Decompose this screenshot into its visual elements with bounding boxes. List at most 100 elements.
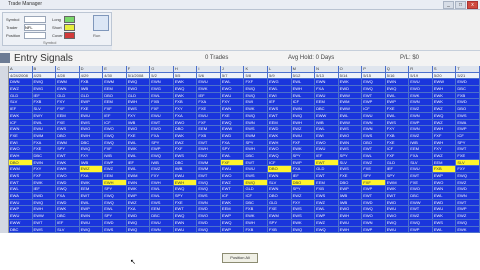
date-cell[interactable]: 5/12 (291, 72, 316, 80)
signal-cell[interactable]: FXE (409, 179, 433, 187)
signal-cell[interactable]: EWS (385, 119, 410, 127)
signal-cell[interactable]: FXF (197, 119, 221, 127)
position-button[interactable]: Position Ali (222, 253, 258, 263)
signal-cell[interactable]: IWB (315, 119, 339, 127)
signal-cell[interactable]: EWY (32, 112, 57, 120)
signal-cell[interactable]: FXF (432, 132, 457, 140)
signal-cell[interactable]: EWH (32, 206, 57, 214)
signal-cell[interactable]: EWL (385, 112, 410, 120)
signal-cell[interactable]: FXF (32, 173, 57, 180)
row-header[interactable] (0, 139, 9, 147)
signal-cell[interactable]: EWS (126, 106, 151, 113)
signal-cell[interactable]: EWL (315, 126, 339, 133)
signal-cell[interactable]: FXF (385, 152, 410, 160)
signal-cell[interactable]: EEM (220, 206, 245, 214)
signal-cell[interactable]: EEM (103, 86, 127, 93)
row-header[interactable] (0, 166, 9, 173)
signal-cell[interactable]: IWB (150, 159, 174, 167)
signal-cell[interactable]: EWT (220, 186, 245, 194)
signal-cell[interactable]: EWO (9, 146, 33, 153)
signal-cell[interactable]: EWQ (385, 219, 410, 227)
signal-cell[interactable]: EWD (220, 132, 245, 140)
signal-cell[interactable]: EWN (268, 173, 292, 180)
signal-cell[interactable]: SPY (244, 139, 269, 147)
signal-cell[interactable]: IEF (291, 173, 316, 180)
signal-cell[interactable]: IEF (126, 159, 151, 167)
signal-cell[interactable]: FXY (291, 199, 316, 207)
signal-cell[interactable]: EWK (32, 179, 57, 187)
signal-cell[interactable]: EWQ (244, 112, 269, 120)
signal-cell[interactable]: EWP (126, 193, 151, 200)
signal-cell[interactable]: FXY (385, 126, 410, 133)
signal-cell[interactable]: FXA (220, 139, 245, 147)
signal-cell[interactable]: EWP (220, 213, 245, 220)
signal-cell[interactable]: IEF (197, 92, 221, 100)
signal-cell[interactable]: EWO (315, 139, 339, 147)
signal-cell[interactable]: EWQ (244, 92, 269, 100)
signal-cell[interactable]: EWH (432, 126, 457, 133)
column-header[interactable]: K (244, 66, 269, 73)
signal-cell[interactable]: DBC (79, 139, 104, 147)
signal-cell[interactable]: EWS (197, 193, 221, 200)
date-cell[interactable]: 5/6 (197, 72, 221, 80)
close-button[interactable]: x (467, 1, 478, 9)
signal-cell[interactable]: EWQ (150, 152, 174, 160)
signal-cell[interactable]: EWW (220, 126, 245, 133)
signal-cell[interactable]: EWQ (103, 199, 127, 207)
signal-cell[interactable]: EWM (338, 99, 363, 107)
signal-cell[interactable]: GLD (244, 186, 269, 194)
minimize-button[interactable]: _ (443, 1, 454, 9)
signal-cell[interactable]: EWK (244, 213, 269, 220)
signal-cell[interactable]: EWL (126, 139, 151, 147)
signal-cell[interactable]: FXA (32, 139, 57, 147)
signal-cell[interactable]: EWS (244, 126, 269, 133)
signal-cell[interactable]: FXA (315, 86, 339, 93)
signal-cell[interactable]: IEF (268, 99, 292, 107)
signal-cell[interactable]: EWK (197, 86, 221, 93)
signal-cell[interactable]: EWN (9, 126, 33, 133)
signal-cell[interactable]: DBC (56, 213, 80, 220)
signal-cell[interactable]: EWO (150, 126, 174, 133)
signal-cell[interactable]: EWU (432, 206, 457, 214)
signal-cell[interactable]: EWS (56, 126, 80, 133)
row-header[interactable] (0, 226, 9, 234)
column-header[interactable]: Q (385, 66, 410, 73)
signal-cell[interactable]: EWQ (362, 79, 386, 87)
signal-cell[interactable]: FXF (103, 106, 127, 113)
signal-cell[interactable]: EWK (409, 92, 433, 100)
signal-cell[interactable]: EWN (409, 99, 433, 107)
signal-cell[interactable]: IWB (126, 119, 151, 127)
signal-cell[interactable]: FXE (338, 173, 363, 180)
signal-cell[interactable]: FXE (362, 166, 386, 173)
date-cell[interactable]: 4/29 (79, 72, 104, 80)
signal-cell[interactable]: EWH (338, 226, 363, 234)
date-cell[interactable]: 5/2 (150, 72, 174, 80)
signal-cell[interactable]: EWT (244, 159, 269, 167)
signal-cell[interactable]: EWK (268, 132, 292, 140)
signal-cell[interactable]: EWT (362, 146, 386, 153)
signal-cell[interactable]: FXE (385, 139, 410, 147)
signal-cell[interactable]: EWD (456, 186, 480, 194)
signal-cell[interactable]: FXA (79, 173, 104, 180)
row-header[interactable] (0, 213, 9, 220)
signal-cell[interactable]: EWP (385, 99, 410, 107)
signal-cell[interactable]: EWS (32, 226, 57, 234)
signal-cell[interactable]: EWS (79, 119, 104, 127)
signal-cell[interactable]: FXY (126, 112, 151, 120)
signal-cell[interactable]: ICF (385, 146, 410, 153)
signal-cell[interactable]: EWN (268, 186, 292, 194)
signal-cell[interactable]: EWQ (103, 193, 127, 200)
signal-cell[interactable]: EWZ (362, 159, 386, 167)
signal-cell[interactable]: EWA (456, 119, 480, 127)
signal-cell[interactable]: SPY (220, 146, 245, 153)
signal-cell[interactable]: EWK (432, 213, 457, 220)
signal-cell[interactable]: EWM (385, 179, 410, 187)
signal-cell[interactable]: EWH (79, 132, 104, 140)
signal-cell[interactable]: EWZ (456, 213, 480, 220)
date-cell[interactable]: 5/1/2008 (126, 72, 151, 80)
signal-cell[interactable]: FXB (173, 99, 198, 107)
signal-cell[interactable]: EWD (56, 179, 80, 187)
signal-cell[interactable]: EWN (409, 126, 433, 133)
signal-cell[interactable]: EWP (432, 173, 457, 180)
signal-cell[interactable]: EWU (150, 219, 174, 227)
